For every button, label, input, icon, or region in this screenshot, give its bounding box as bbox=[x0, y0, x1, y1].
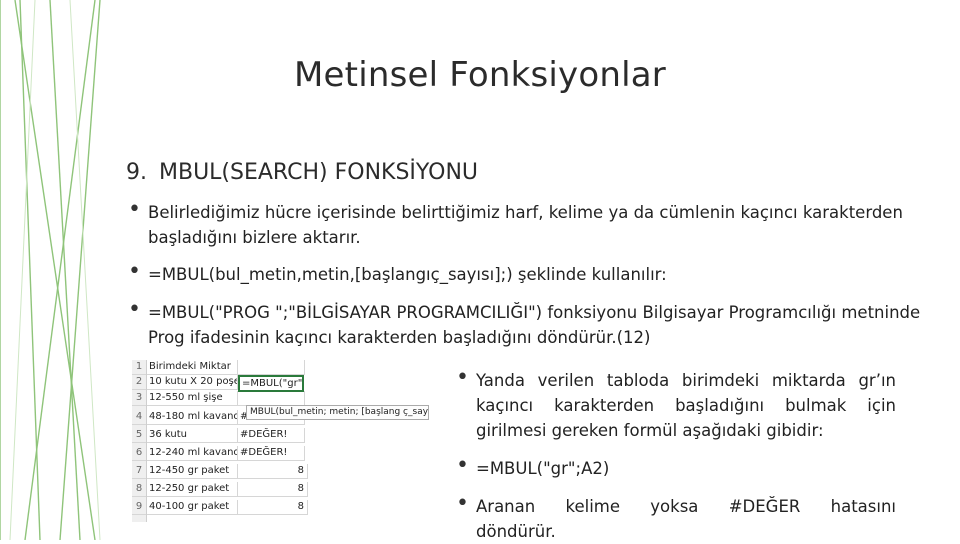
row-number: 2 bbox=[132, 375, 146, 390]
word: #DEĞER bbox=[728, 497, 801, 516]
bullet-text: =MBUL("PROG ";"BİLGİSAYAR PROGRAMCILIĞI"… bbox=[148, 303, 921, 347]
section-heading: 9. MBUL(SEARCH) FONKSİYONU bbox=[126, 160, 478, 185]
bullet-table-explanation: • Yanda verilen tabloda birimdeki miktar… bbox=[456, 365, 896, 443]
row-number: 1 bbox=[132, 360, 146, 375]
bullet-text: =MBUL(bul_metin,metin,[başlangıç_sayısı]… bbox=[148, 265, 667, 284]
heading-number: 9. bbox=[126, 160, 147, 185]
bullet-description: • Belirlediğimiz hücre içerisinde belirt… bbox=[128, 197, 908, 250]
cell-b5[interactable]: #DEĞER! bbox=[238, 428, 305, 443]
cell-b3[interactable] bbox=[238, 391, 305, 406]
row-number: 3 bbox=[132, 391, 146, 406]
bullet-icon: • bbox=[456, 491, 469, 516]
bullet-text: Yanda verilen tabloda birimdeki miktarda… bbox=[476, 371, 896, 440]
cell-b9[interactable]: 8 bbox=[238, 500, 308, 515]
word: Aranan bbox=[476, 497, 536, 516]
cell-a7[interactable]: 12-450 gr paket bbox=[147, 464, 238, 479]
cell-a1[interactable]: Birimdeki Miktar bbox=[147, 360, 238, 375]
row-number: 6 bbox=[132, 446, 146, 461]
cell-a9[interactable]: 40-100 gr paket bbox=[147, 500, 238, 515]
heading-text: MBUL(SEARCH) FONKSİYONU bbox=[159, 160, 479, 185]
bullet-text: Belirlediğimiz hücre içerisinde belirtti… bbox=[148, 203, 903, 247]
bullet-line-1: Aranan kelime yoksa #DEĞER hatasını bbox=[476, 494, 896, 519]
row-number: 7 bbox=[132, 464, 146, 479]
cell-a4[interactable]: 48-180 ml kavanoz bbox=[147, 410, 238, 425]
bullet-text: =MBUL("gr";A2) bbox=[476, 459, 610, 478]
function-tooltip: MBUL(bul_metin; metin; [başlang ç_sayısı… bbox=[246, 405, 429, 420]
spreadsheet-screenshot: 1 2 3 4 5 6 7 8 9 Birimdeki Miktar 10 ku… bbox=[132, 360, 432, 522]
cell-b7[interactable]: 8 bbox=[238, 464, 308, 479]
cell-b2-active[interactable]: =MBUL("gr";A2) bbox=[238, 375, 304, 392]
bullet-icon: • bbox=[456, 365, 469, 390]
row-number: 8 bbox=[132, 482, 146, 497]
bullet-example: • =MBUL("PROG ";"BİLGİSAYAR PROGRAMCILIĞ… bbox=[128, 297, 928, 350]
bullet-icon: • bbox=[456, 453, 469, 478]
row-number: 4 bbox=[132, 410, 146, 425]
cell-a3[interactable]: 12-550 ml şişe bbox=[147, 391, 238, 406]
bullet-line-2: döndürür. bbox=[476, 522, 556, 541]
cell-a5[interactable]: 36 kutu bbox=[147, 428, 238, 443]
cell-a8[interactable]: 12-250 gr paket bbox=[147, 482, 238, 497]
row-number: 5 bbox=[132, 428, 146, 443]
word: hatasını bbox=[830, 497, 896, 516]
bullet-syntax: • =MBUL(bul_metin,metin,[başlangıç_sayıs… bbox=[128, 259, 908, 287]
row-number: 9 bbox=[132, 500, 146, 515]
cell-b8[interactable]: 8 bbox=[238, 482, 308, 497]
cell-a6[interactable]: 12-240 ml kavanoz bbox=[147, 446, 238, 461]
bullet-icon: • bbox=[128, 197, 141, 222]
word: yoksa bbox=[650, 497, 699, 516]
bullet-icon: • bbox=[128, 297, 141, 322]
cell-b1[interactable] bbox=[238, 360, 305, 375]
word: kelime bbox=[565, 497, 621, 516]
bullet-icon: • bbox=[128, 259, 141, 284]
cell-a2[interactable]: 10 kutu X 20 poşet bbox=[147, 375, 238, 390]
cell-b6[interactable]: #DEĞER! bbox=[238, 446, 305, 461]
slide-title: Metinsel Fonksiyonlar bbox=[294, 55, 666, 95]
bullet-error-note: • Aranan kelime yoksa #DEĞER hatasını dö… bbox=[456, 491, 896, 544]
bullet-formula: • =MBUL("gr";A2) bbox=[456, 453, 896, 481]
